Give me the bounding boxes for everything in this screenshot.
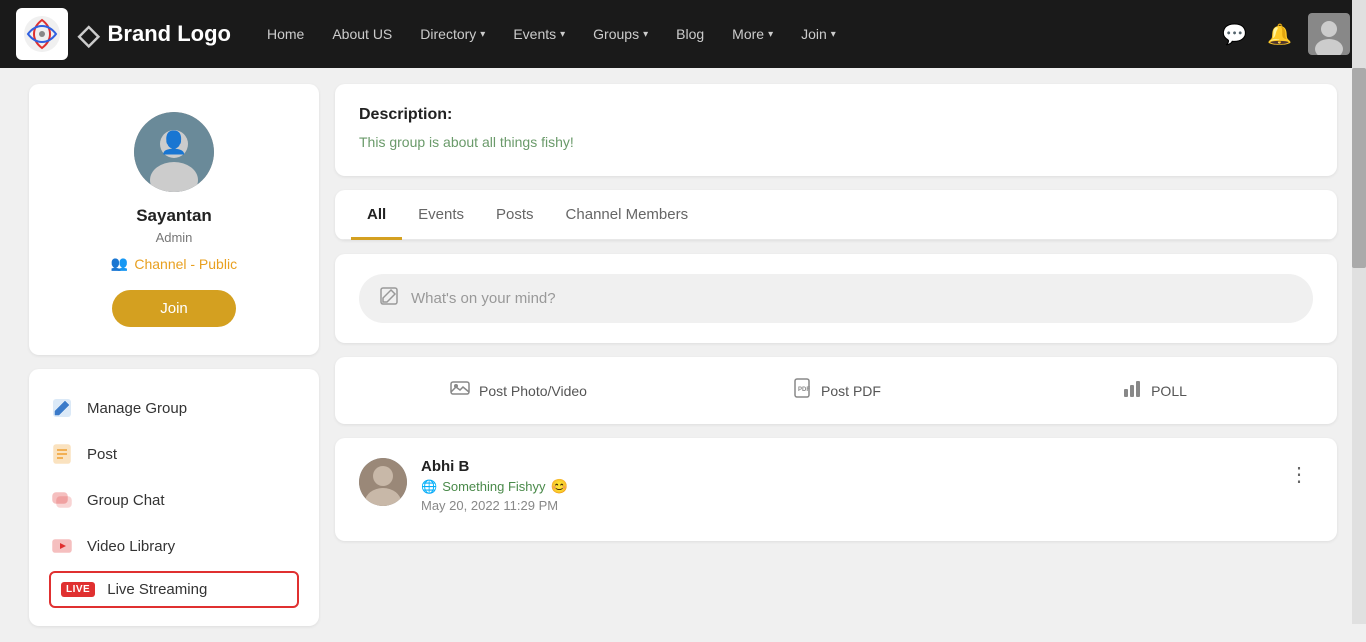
nav-about[interactable]: About US	[320, 18, 404, 50]
actions-card: Post Photo/Video PDF Post PDF	[335, 357, 1337, 424]
post-pdf-btn[interactable]: PDF Post PDF	[677, 371, 995, 410]
manage-group-icon	[49, 395, 75, 421]
description-label: Description:	[359, 106, 1313, 124]
post-placeholder: What's on your mind?	[411, 290, 556, 307]
diamond-icon: ◇	[78, 18, 100, 51]
content-area: Description: This group is about all thi…	[335, 84, 1337, 626]
sidebar: 👤 Sayantan Admin 👥 Channel - Public Join	[29, 84, 319, 626]
more-options-button[interactable]: ⋮	[1285, 458, 1313, 491]
more-caret: ▾	[768, 29, 773, 40]
main-content: 👤 Sayantan Admin 👥 Channel - Public Join	[13, 68, 1353, 642]
edit-icon	[379, 286, 399, 311]
nav-blog[interactable]: Blog	[664, 18, 716, 50]
post-photo-video-btn[interactable]: Post Photo/Video	[359, 371, 677, 410]
menu-card: Manage Group Post	[29, 369, 319, 626]
nav-links: Home About US Directory ▾ Events ▾ Group…	[255, 18, 1218, 50]
action-buttons: Post Photo/Video PDF Post PDF	[359, 371, 1313, 410]
message-icon[interactable]: 💬	[1218, 18, 1251, 51]
globe-icon: 🌐	[421, 479, 437, 495]
post-source: 🌐 Something Fishyy 😊	[421, 478, 568, 495]
svg-text:👤: 👤	[160, 130, 187, 155]
brand-logo-img	[16, 8, 68, 60]
live-badge: LIVE	[61, 582, 95, 597]
nav-directory[interactable]: Directory ▾	[408, 18, 497, 50]
menu-video-library[interactable]: Video Library	[49, 523, 299, 569]
profile-role: Admin	[156, 230, 193, 245]
post-time: May 20, 2022 11:29 PM	[421, 498, 568, 513]
tab-all[interactable]: All	[351, 190, 402, 240]
video-library-icon	[49, 533, 75, 559]
post-header: Abhi B 🌐 Something Fishyy 😊 May 20, 2022…	[359, 458, 1313, 513]
poll-btn[interactable]: POLL	[995, 371, 1313, 410]
people-icon: 👥	[111, 255, 128, 272]
join-caret: ▾	[831, 29, 836, 40]
post-input-box[interactable]: What's on your mind?	[359, 274, 1313, 323]
post-icon	[49, 441, 75, 467]
pdf-icon: PDF	[791, 377, 813, 404]
post-feed-card: Abhi B 🌐 Something Fishyy 😊 May 20, 2022…	[335, 438, 1337, 541]
groups-caret: ▾	[643, 29, 648, 40]
tabs-list: All Events Posts Channel Members	[335, 190, 1337, 240]
user-avatar[interactable]	[1308, 13, 1350, 55]
menu-manage-group[interactable]: Manage Group	[49, 385, 299, 431]
brand-logo-text: ◇ Brand Logo	[78, 18, 231, 51]
nav-home[interactable]: Home	[255, 18, 316, 50]
scrollbar-track[interactable]	[1352, 0, 1366, 624]
tabs-card: All Events Posts Channel Members	[335, 190, 1337, 240]
post-author-info: Abhi B 🌐 Something Fishyy 😊 May 20, 2022…	[359, 458, 568, 513]
description-card: Description: This group is about all thi…	[335, 84, 1337, 176]
nav-join[interactable]: Join ▾	[789, 18, 848, 50]
profile-card: 👤 Sayantan Admin 👥 Channel - Public Join	[29, 84, 319, 355]
tab-posts[interactable]: Posts	[480, 190, 550, 240]
bell-icon[interactable]: 🔔	[1263, 18, 1296, 51]
menu-group-chat[interactable]: Group Chat	[49, 477, 299, 523]
join-button[interactable]: Join	[112, 290, 236, 327]
tab-channel-members[interactable]: Channel Members	[550, 190, 705, 240]
menu-live-streaming[interactable]: LIVE Live Streaming	[49, 571, 299, 608]
events-caret: ▾	[560, 29, 565, 40]
post-source-emoji: 😊	[551, 478, 568, 495]
brand-section[interactable]: ◇ Brand Logo	[16, 8, 231, 60]
navbar: ◇ Brand Logo Home About US Directory ▾ E…	[0, 0, 1366, 68]
nav-events[interactable]: Events ▾	[501, 18, 577, 50]
nav-right: 💬 🔔	[1218, 13, 1350, 55]
menu-post[interactable]: Post	[49, 431, 299, 477]
nav-groups[interactable]: Groups ▾	[581, 18, 660, 50]
profile-name: Sayantan	[136, 206, 212, 226]
poll-icon	[1121, 377, 1143, 404]
post-meta: Abhi B 🌐 Something Fishyy 😊 May 20, 2022…	[421, 458, 568, 513]
post-avatar	[359, 458, 407, 506]
photo-video-icon	[449, 377, 471, 404]
nav-more[interactable]: More ▾	[720, 18, 785, 50]
profile-avatar: 👤	[134, 112, 214, 192]
post-input-card: What's on your mind?	[335, 254, 1337, 343]
svg-text:PDF: PDF	[798, 387, 810, 393]
post-author-name: Abhi B	[421, 458, 568, 475]
profile-channel: 👥 Channel - Public	[111, 255, 237, 272]
group-chat-icon	[49, 487, 75, 513]
scrollbar-thumb[interactable]	[1352, 68, 1366, 268]
description-text: This group is about all things fishy!	[359, 134, 1313, 150]
tab-events[interactable]: Events	[402, 190, 480, 240]
directory-caret: ▾	[480, 29, 485, 40]
